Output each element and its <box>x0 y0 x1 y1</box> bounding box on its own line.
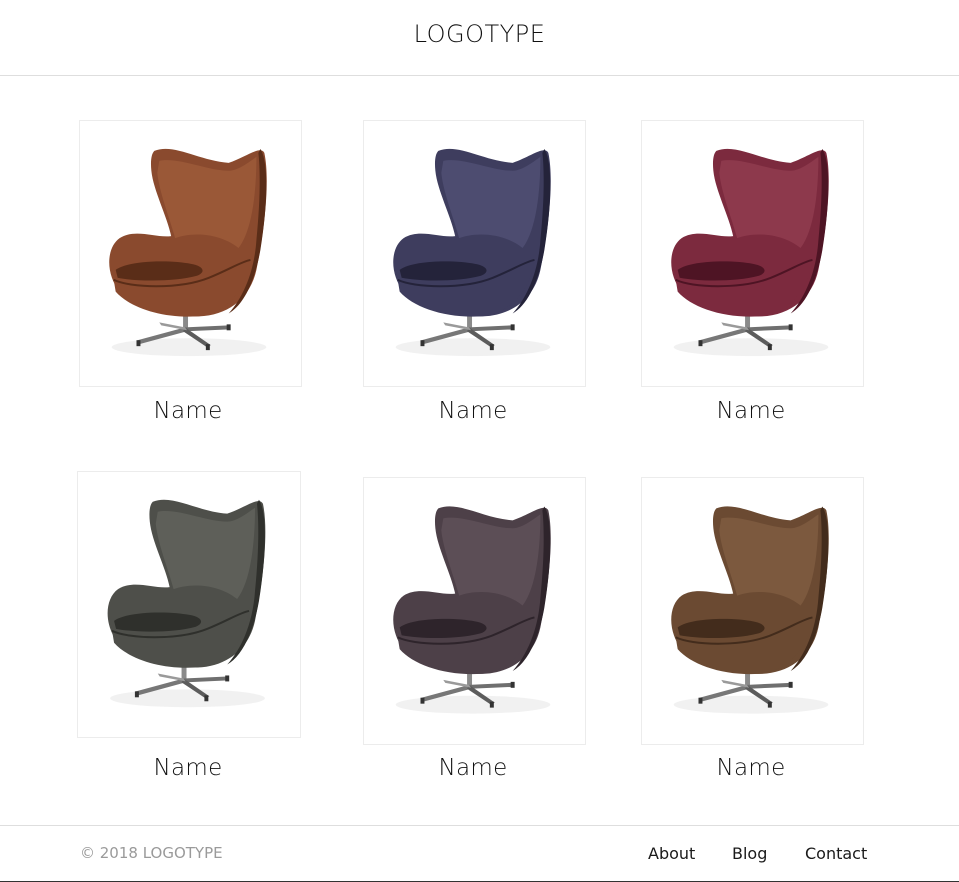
product-card[interactable] <box>641 120 864 387</box>
nav-link-blog[interactable]: Blog <box>732 844 767 863</box>
product-name[interactable]: Name <box>651 398 851 424</box>
egg-chair-icon <box>671 148 829 357</box>
site-header: LOGOTYPE <box>0 0 959 76</box>
product-card[interactable] <box>79 120 302 387</box>
product-name[interactable]: Name <box>651 755 851 781</box>
product-name[interactable]: Name <box>373 398 573 424</box>
egg-chair-icon <box>393 506 551 714</box>
egg-chair-icon <box>109 148 267 357</box>
product-name[interactable]: Name <box>88 755 288 781</box>
product-card[interactable] <box>77 471 301 738</box>
product-card[interactable] <box>641 477 864 745</box>
nav-link-about[interactable]: About <box>648 844 695 863</box>
nav-link-contact[interactable]: Contact <box>805 844 867 863</box>
product-card[interactable] <box>363 120 586 387</box>
egg-chair-icon <box>671 506 829 714</box>
egg-chair-icon <box>107 499 266 708</box>
product-card[interactable] <box>363 477 586 745</box>
logo[interactable]: LOGOTYPE <box>0 20 959 48</box>
copyright-text: © 2018 LOGOTYPE <box>80 844 223 862</box>
egg-chair-icon <box>393 148 551 357</box>
product-name[interactable]: Name <box>88 398 288 424</box>
site-footer: © 2018 LOGOTYPE About Blog Contact <box>0 825 959 882</box>
product-name[interactable]: Name <box>373 755 573 781</box>
